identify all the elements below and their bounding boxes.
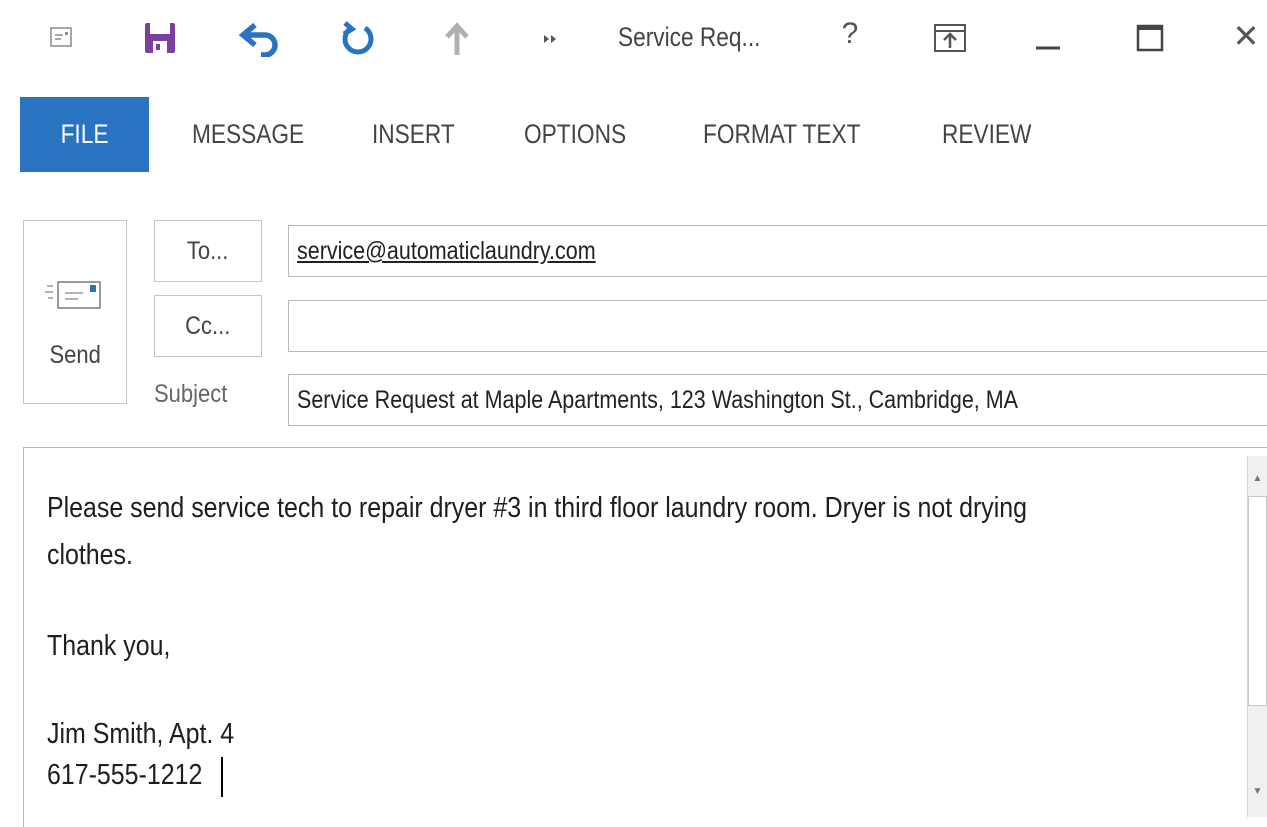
send-button[interactable]: Send	[23, 220, 127, 404]
close-icon[interactable]: ✕	[1228, 16, 1264, 56]
body-line: Thank you,	[47, 630, 171, 662]
tab-format-text[interactable]: FORMAT TEXT	[703, 97, 891, 172]
save-icon[interactable]	[142, 20, 178, 56]
cc-field[interactable]	[288, 300, 1267, 352]
body-scrollbar[interactable]: ▲ ▼	[1247, 456, 1267, 817]
title-bar: Service Req... ? ✕	[0, 0, 1267, 80]
body-line: Jim Smith, Apt. 4	[47, 718, 235, 750]
maximize-icon[interactable]	[1132, 20, 1168, 56]
tab-review[interactable]: REVIEW	[942, 97, 1049, 172]
redo-icon[interactable]	[338, 19, 378, 59]
ribbon-display-options-icon[interactable]	[930, 20, 970, 56]
body-line: Please send service tech to repair dryer…	[47, 492, 1028, 524]
tab-message[interactable]: MESSAGE	[192, 97, 326, 172]
scroll-thumb[interactable]	[1248, 496, 1267, 706]
send-envelope-icon	[45, 277, 105, 317]
scroll-down-icon[interactable]: ▼	[1248, 781, 1267, 801]
ribbon-tabs: FILE MESSAGE INSERT OPTIONS FORMAT TEXT …	[0, 97, 1267, 172]
undo-icon[interactable]	[238, 20, 282, 58]
more-commands-icon[interactable]	[540, 28, 560, 50]
window-title: Service Req...	[618, 22, 761, 52]
tab-options[interactable]: OPTIONS	[524, 97, 646, 172]
tab-insert[interactable]: INSERT	[372, 97, 471, 172]
help-button[interactable]: ?	[836, 14, 864, 54]
scroll-up-icon[interactable]: ▲	[1248, 468, 1267, 488]
to-button[interactable]: To...	[154, 220, 262, 282]
body-line: clothes.	[47, 539, 133, 571]
text-cursor	[221, 757, 223, 797]
subject-label: Subject	[154, 380, 228, 408]
body-line: 617-555-1212	[47, 759, 203, 791]
previous-item-icon[interactable]	[442, 20, 472, 58]
tab-file[interactable]: FILE	[20, 97, 149, 172]
minimize-icon[interactable]	[1030, 26, 1066, 54]
subject-field[interactable]: Service Request at Maple Apartments, 123…	[288, 374, 1267, 426]
cc-button[interactable]: Cc...	[154, 295, 262, 357]
send-label: Send	[49, 341, 101, 369]
outlook-app-icon[interactable]	[48, 24, 74, 50]
to-field[interactable]: service@automaticlaundry.com	[288, 225, 1267, 277]
